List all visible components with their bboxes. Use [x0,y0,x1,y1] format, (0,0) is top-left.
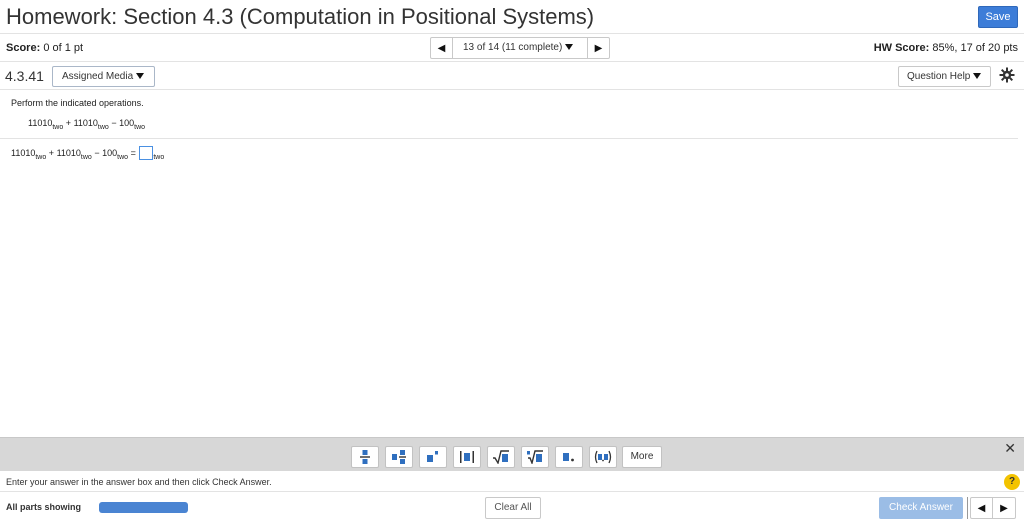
triangle-right-icon: ▶ [594,42,603,54]
nth-root-tool-icon[interactable] [521,446,549,468]
parts-showing-label: All parts showing [6,502,82,512]
prev-question-button[interactable]: ◀ [431,38,453,58]
assigned-media-button[interactable]: Assigned Media [52,66,155,87]
plus-sign: + [48,148,55,158]
footer: All parts showing Clear All Check Answer… [0,493,1024,523]
instructions-bar: Enter your answer in the answer box and … [0,472,1024,492]
question-id: 4.3.41 [5,68,44,84]
triangle-right-icon: ▶ [1000,502,1008,514]
question-help-label: Question Help [907,71,971,82]
base-subscript: two [35,154,47,161]
next-button[interactable]: ▶ [993,498,1015,518]
operand-2: 11010 [73,118,98,128]
score-bar: Score: 0 of 1 pt ◀ 13 of 14 (11 complete… [0,34,1024,62]
triangle-left-icon: ◀ [977,502,986,514]
chevron-down-icon [136,73,145,80]
base-subscript: two [52,124,64,131]
assigned-media-label: Assigned Media [62,71,134,82]
base-subscript: two [153,154,165,161]
hw-score-value: 85%, 17 of 20 pts [932,42,1018,54]
square-root-tool-icon[interactable] [487,446,515,468]
question-select-label: 13 of 14 (11 complete) [463,42,563,53]
base-subscript: two [80,154,92,161]
next-question-button[interactable]: ▶ [587,38,609,58]
absolute-value-tool-icon[interactable] [453,446,481,468]
mixed-number-tool-icon[interactable] [385,446,413,468]
equals-sign: = [130,148,136,158]
check-answer-button[interactable]: Check Answer [879,497,963,519]
question-select[interactable]: 13 of 14 (11 complete) [453,38,587,58]
help-icon[interactable]: ? [1004,474,1020,490]
operand-3: 100 [102,148,118,158]
operand-2: 11010 [56,148,81,158]
base-subscript: two [117,154,129,161]
exponent-tool-icon[interactable] [419,446,447,468]
decimal-tool-icon[interactable] [555,446,583,468]
instructions-text: Enter your answer in the answer box and … [6,477,272,487]
base-subscript: two [97,124,109,131]
minus-sign: − [94,148,100,158]
chevron-down-icon [973,73,982,80]
question-bar: 4.3.41 Assigned Media Question Help [0,62,1024,90]
save-button[interactable]: Save [978,6,1018,28]
question-navigator: ◀ 13 of 14 (11 complete) ▶ [430,37,610,59]
close-icon[interactable]: ✕ [1004,440,1016,457]
plus-sign: + [65,118,72,128]
divider [0,138,1018,139]
ordered-pair-tool-icon[interactable] [589,446,617,468]
fraction-tool-icon[interactable] [351,446,379,468]
math-toolbar: More ✕ [0,437,1024,471]
footer-navigator: ◀ ▶ [970,497,1016,519]
question-prompt: Perform the indicated operations. [11,98,144,108]
operand-3: 100 [119,118,135,128]
page-title: Homework: Section 4.3 (Computation in Po… [6,4,595,29]
gear-icon[interactable] [999,67,1015,83]
triangle-left-icon: ◀ [437,42,446,54]
chevron-down-icon [565,44,574,51]
operand-1: 11010 [28,118,53,128]
clear-all-button[interactable]: Clear All [485,497,541,519]
minus-sign: − [111,118,117,128]
answer-expression: 11010two + 11010two − 100two = two [11,146,164,161]
hw-score-label: HW Score: [873,42,930,54]
score: Score: 0 of 1 pt [6,42,83,54]
more-button[interactable]: More [622,446,662,468]
answer-input[interactable] [139,146,154,160]
progress-bar [99,502,188,513]
base-subscript: two [134,124,146,131]
score-value: 0 of 1 pt [43,42,84,54]
prev-button[interactable]: ◀ [971,498,993,518]
score-label: Score: [6,42,41,54]
divider [967,497,968,519]
header: Homework: Section 4.3 (Computation in Po… [0,0,1024,34]
hw-score: HW Score: 85%, 17 of 20 pts [874,42,1018,54]
question-help-button[interactable]: Question Help [898,66,991,87]
problem-expression: 11010two + 11010two − 100two [28,118,145,131]
operand-1: 11010 [11,148,36,158]
